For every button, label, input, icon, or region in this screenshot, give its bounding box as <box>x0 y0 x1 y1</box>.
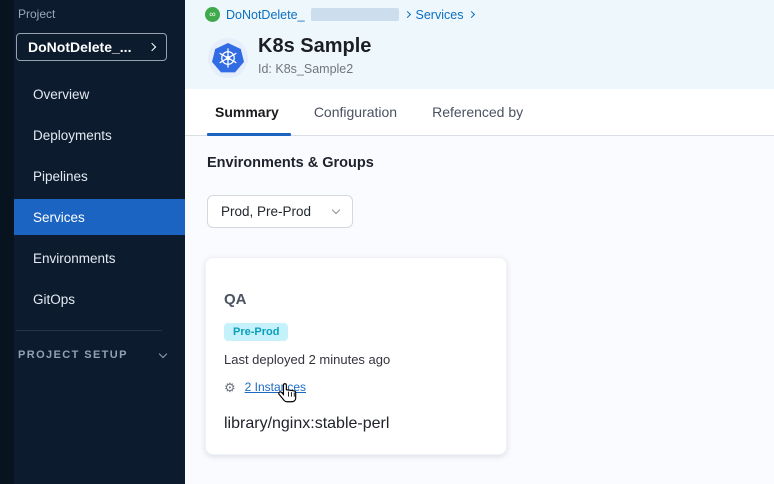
instances-icon: ⚙ <box>224 381 236 394</box>
project-section-label: Project <box>18 7 55 21</box>
chevron-down-icon <box>332 206 340 214</box>
page-header: ∞ DoNotDelete_ Services <box>185 0 774 89</box>
sidebar-item-label: Pipelines <box>33 169 88 184</box>
breadcrumb-separator-icon <box>468 11 475 18</box>
environment-filter-dropdown[interactable]: Prod, Pre-Prod <box>207 195 353 228</box>
sidebar-divider <box>16 330 162 331</box>
last-deployed-text: Last deployed 2 minutes ago <box>224 352 390 367</box>
chevron-right-icon <box>148 43 156 51</box>
project-selector[interactable]: DoNotDelete_... <box>16 33 167 61</box>
breadcrumb-separator-icon <box>403 11 410 18</box>
sidebar-item-overview[interactable]: Overview <box>14 76 185 112</box>
sidebar-item-label: Deployments <box>33 128 112 143</box>
summary-content: Environments & Groups Prod, Pre-Prod QA … <box>185 136 774 484</box>
sidebar-item-label: Overview <box>33 87 89 102</box>
breadcrumb: ∞ DoNotDelete_ Services <box>205 7 474 22</box>
sidebar-item-environments[interactable]: Environments <box>14 240 185 276</box>
page-title: K8s Sample <box>258 35 371 58</box>
sidebar-left-rail <box>0 0 14 484</box>
instances-link[interactable]: 2 Instances <box>245 380 306 394</box>
env-type-badge: Pre-Prod <box>224 323 288 341</box>
sidebar-item-label: Services <box>33 210 85 225</box>
environment-filter-value: Prod, Pre-Prod <box>221 204 311 219</box>
sidebar-item-label: Environments <box>33 251 116 266</box>
chevron-down-icon <box>159 349 167 357</box>
tab-bar: Summary Configuration Referenced by <box>185 89 774 136</box>
breadcrumb-services-link[interactable]: Services <box>416 8 464 22</box>
kubernetes-wheel-icon <box>217 47 239 69</box>
project-setup-toggle[interactable]: PROJECT SETUP <box>18 349 166 361</box>
main-panel: ∞ DoNotDelete_ Services <box>185 0 774 484</box>
environment-card: QA Pre-Prod Last deployed 2 minutes ago … <box>205 257 507 455</box>
sidebar-item-pipelines[interactable]: Pipelines <box>14 158 185 194</box>
service-logo <box>208 38 248 78</box>
project-setup-label: PROJECT SETUP <box>18 349 128 361</box>
environments-groups-heading: Environments & Groups <box>207 155 374 171</box>
sidebar-item-label: GitOps <box>33 292 75 307</box>
instances-row: ⚙ 2 Instances <box>224 380 306 394</box>
environment-name: QA <box>224 291 247 308</box>
sidebar-item-deployments[interactable]: Deployments <box>14 117 185 153</box>
tab-summary[interactable]: Summary <box>215 104 279 120</box>
project-icon: ∞ <box>205 7 220 22</box>
breadcrumb-project-link[interactable]: DoNotDelete_ <box>226 8 305 22</box>
text-selection-highlight <box>311 8 399 21</box>
sidebar-item-gitops[interactable]: GitOps <box>14 281 185 317</box>
kubernetes-icon <box>212 43 244 73</box>
tab-configuration[interactable]: Configuration <box>314 104 397 120</box>
app-window: Project DoNotDelete_... Overview Deploym… <box>0 0 774 484</box>
project-icon-glyph: ∞ <box>209 10 215 19</box>
sidebar: Project DoNotDelete_... Overview Deploym… <box>0 0 185 484</box>
service-id: Id: K8s_Sample2 <box>258 62 353 76</box>
project-selector-value: DoNotDelete_... <box>28 39 131 55</box>
sidebar-item-services[interactable]: Services <box>14 199 185 235</box>
tab-referenced-by[interactable]: Referenced by <box>432 104 523 120</box>
artifact-name: library/nginx:stable-perl <box>224 415 389 433</box>
